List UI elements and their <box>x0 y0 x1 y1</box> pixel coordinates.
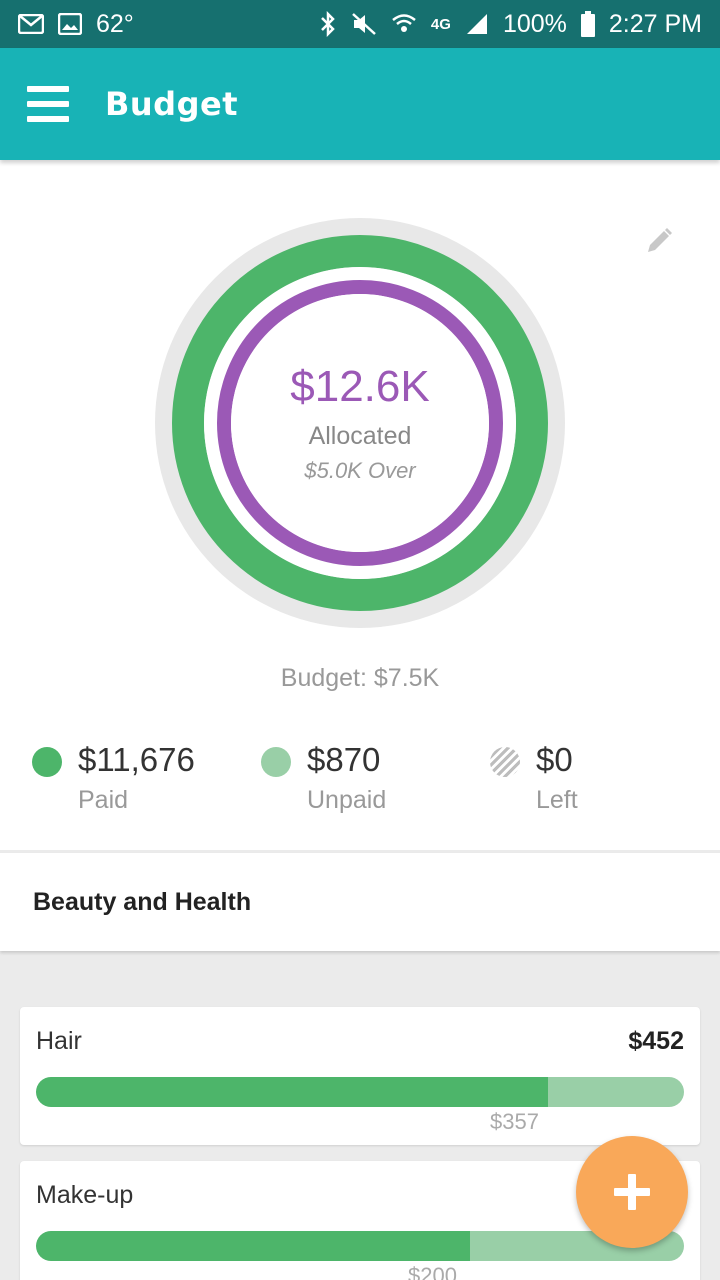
over-budget-text: $5.0K Over <box>304 458 416 483</box>
battery-percent: 100% <box>502 9 567 38</box>
status-bar: 62° 4G 100% 2:27 PM <box>0 0 720 48</box>
plus-icon <box>614 1174 650 1210</box>
network-type: 4G <box>430 15 451 33</box>
budget-total: Budget: $7.5K <box>280 664 440 692</box>
paid-value: $11,676 <box>78 741 195 778</box>
menu-icon[interactable] <box>27 86 69 122</box>
paid-label: Paid <box>78 786 129 814</box>
left-dot <box>490 747 520 777</box>
item-paid-label: $357 <box>490 1109 539 1134</box>
wifi-icon <box>391 12 417 36</box>
item-progress-bar <box>36 1077 684 1107</box>
paid-dot <box>32 747 62 777</box>
item-paid-label: $200 <box>408 1263 457 1280</box>
app-bar: Budget <box>0 48 720 160</box>
mail-icon <box>18 14 44 34</box>
add-fab-button[interactable] <box>576 1136 688 1248</box>
legend-paid: $11,676 Paid <box>32 740 195 820</box>
unpaid-label: Unpaid <box>307 786 387 814</box>
item-name: Make-up <box>36 1181 134 1209</box>
item-progress-fill <box>36 1077 548 1107</box>
clock: 2:27 PM <box>608 9 702 38</box>
battery-icon <box>580 11 595 37</box>
mute-icon <box>351 12 377 36</box>
item-name: Hair <box>36 1027 82 1055</box>
unpaid-value: $870 <box>307 741 381 778</box>
image-icon <box>58 13 82 35</box>
legend-left: $0 Left <box>490 740 578 820</box>
category-title: Beauty and Health <box>33 887 252 916</box>
item-amount: $452 <box>628 1027 684 1055</box>
temperature: 62° <box>96 9 134 38</box>
budget-item-hair[interactable]: Hair $452 $357 <box>20 1007 700 1145</box>
item-progress-fill <box>36 1231 471 1261</box>
bluetooth-icon <box>319 11 337 37</box>
allocated-label: Allocated <box>308 422 412 450</box>
left-label: Left <box>536 786 578 814</box>
donut-center-text: $12.6K Allocated $5.0K Over <box>155 218 565 628</box>
page-title: Budget <box>105 85 238 123</box>
signal-icon <box>465 12 489 36</box>
edit-pencil-icon[interactable] <box>644 226 674 256</box>
left-value: $0 <box>536 741 573 778</box>
category-header[interactable]: Beauty and Health <box>0 853 720 951</box>
item-progress-bar <box>36 1231 684 1261</box>
unpaid-dot <box>261 747 291 777</box>
legend-unpaid: $870 Unpaid <box>261 740 386 820</box>
allocated-amount: $12.6K <box>290 362 430 411</box>
